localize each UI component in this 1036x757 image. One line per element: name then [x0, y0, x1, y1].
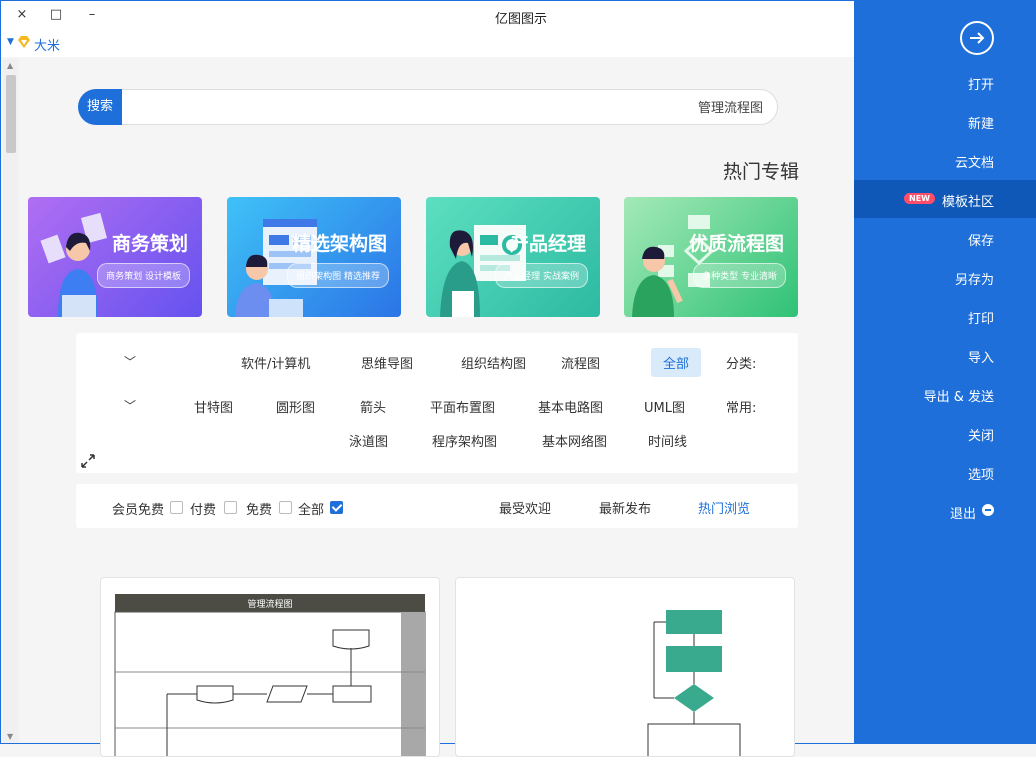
common-chip-gantt[interactable]: 甘特图 [194, 397, 233, 416]
common-chip-swimlane[interactable]: 泳道图 [349, 431, 388, 450]
close-window-button[interactable]: × [11, 5, 33, 25]
banner-title: 产品经理 [509, 233, 586, 255]
checkbox-all[interactable] [330, 501, 343, 514]
chevron-down-icon[interactable]: ﹀ [124, 353, 136, 370]
common-chip-program-arch[interactable]: 程序架构图 [432, 431, 497, 450]
checkbox-member-free[interactable] [170, 501, 183, 514]
banner-architecture[interactable]: 精选架构图 组织架构图 精选推荐 [227, 197, 401, 317]
chevron-down-icon[interactable]: ﹀ [124, 397, 136, 414]
user-bar: ▼ 大米 [1, 31, 854, 57]
person-illustration [235, 219, 317, 317]
sidebar-item-print[interactable]: 打印 [854, 297, 1036, 335]
banner-subtitle: 产品经理 实战案例 [495, 263, 588, 288]
category-chip-software[interactable]: 软件/计算机 [241, 353, 310, 372]
common-chip-network[interactable]: 基本网络图 [542, 431, 607, 450]
user-name[interactable]: 大米 [34, 35, 60, 54]
common-chip-circle[interactable]: 圆形图 [276, 397, 315, 416]
common-chip-arrow[interactable]: 箭头 [360, 397, 386, 416]
search-input[interactable] [463, 99, 763, 114]
banner-flowchart[interactable]: 优质流程图 多种类型 专业清晰 [624, 197, 798, 317]
sort-tab-popular[interactable]: 最受欢迎 [499, 498, 551, 517]
sort-tab-hot[interactable]: 热门浏览 [698, 498, 750, 517]
flowchart-thumbnail [647, 610, 741, 756]
common-chip-floor-plan[interactable]: 平面布置图 [430, 397, 495, 416]
banner-subtitle: 商务策划 设计模板 [97, 263, 190, 288]
banner-title: 精选架构图 [291, 233, 387, 255]
common-chip-timeline[interactable]: 时间线 [648, 431, 687, 450]
scroll-up-icon[interactable]: ▲ [7, 61, 13, 70]
new-badge: NEW [904, 193, 935, 204]
banner-business-plan[interactable]: 商务策划 商务策划 设计模板 [28, 197, 202, 317]
banner-title: 商务策划 [111, 233, 188, 255]
category-chip-org-chart[interactable]: 组织结构图 [461, 353, 526, 372]
sidebar-item-template-community[interactable]: NEW 模板社区 [854, 180, 1036, 218]
checkbox-all-label: 全部 [298, 503, 325, 518]
sidebar-item-export-send[interactable]: 导出 & 发送 [854, 375, 1036, 413]
category-chip-mind-map[interactable]: 思维导图 [361, 353, 413, 372]
common-label: 常用: [726, 401, 757, 416]
banner-product-manager[interactable]: 产品经理 产品经理 实战案例 [426, 197, 600, 317]
banner-title: 优质流程图 [688, 233, 784, 255]
category-filter-panel: 分类: 全部 流程图 组织结构图 思维导图 软件/计算机 ﹀ 常用: UML图 … [76, 333, 798, 473]
hot-albums-title: 热门专辑 [723, 161, 800, 183]
app-title: 亿图图示 [494, 12, 547, 27]
checkbox-paid[interactable] [224, 501, 237, 514]
sidebar-item-import[interactable]: 导入 [854, 336, 1036, 374]
exit-icon [982, 504, 994, 516]
sidebar-item-open[interactable]: 打开 [854, 63, 1036, 101]
sidebar-item-exit[interactable]: 退出 [854, 492, 1036, 530]
sidebar-item-cloud-docs[interactable]: 云文档 [854, 141, 1036, 179]
expand-icon[interactable] [80, 453, 96, 469]
back-arrow-icon[interactable] [960, 21, 994, 55]
template-search: 搜索 [78, 89, 778, 125]
sidebar-item-new[interactable]: 新建 [854, 102, 1036, 140]
sort-bar: 热门浏览 最受欢迎 最新发布 全部 免费 付费 会员免费 [76, 484, 798, 528]
common-chip-uml[interactable]: UML图 [644, 397, 685, 416]
category-chip-all[interactable]: 全部 [651, 348, 702, 377]
maximize-window-button[interactable]: □ [45, 5, 67, 25]
sidebar: 打开 新建 云文档 NEW 模板社区 保存 另存为 打印 导入 导出 & 发送 … [854, 1, 1036, 744]
sidebar-item-save[interactable]: 保存 [854, 219, 1036, 257]
checkbox-member-free-label: 会员免费 [112, 503, 165, 518]
template-card[interactable] [455, 577, 795, 757]
sidebar-item-options[interactable]: 选项 [854, 453, 1036, 491]
checkbox-free[interactable] [279, 501, 292, 514]
swimlane-diagram-thumbnail: 管理流程图 [114, 594, 426, 756]
checkbox-free-label: 免费 [246, 503, 273, 518]
scroll-down-icon[interactable]: ▼ [7, 732, 13, 741]
card-title: 管理流程图 [247, 598, 292, 610]
title-bar: × □ – 亿图图示 [1, 1, 854, 31]
sidebar-item-save-as[interactable]: 另存为 [854, 258, 1036, 296]
banner-subtitle: 组织架构图 精选推荐 [287, 263, 389, 288]
vip-badge-icon [18, 36, 30, 48]
sort-tab-newest[interactable]: 最新发布 [599, 498, 651, 517]
user-dropdown-icon[interactable]: ▼ [7, 37, 14, 47]
person-illustration [632, 215, 715, 317]
scroll-thumb[interactable] [6, 75, 16, 153]
person-illustration [440, 225, 526, 317]
banner-subtitle: 多种类型 专业清晰 [693, 263, 786, 288]
checkbox-paid-label: 付费 [190, 503, 217, 518]
category-chip-flowchart[interactable]: 流程图 [561, 353, 600, 372]
template-card[interactable]: 管理流程图 [100, 577, 440, 757]
scrollbar[interactable]: ▲ ▼ [3, 59, 19, 743]
search-button[interactable]: 搜索 [78, 89, 122, 125]
sidebar-item-close[interactable]: 关闭 [854, 414, 1036, 452]
common-chip-circuit[interactable]: 基本电路图 [538, 397, 603, 416]
minimize-window-button[interactable]: – [81, 5, 103, 25]
category-label: 分类: [726, 357, 757, 372]
app-window: × □ – 亿图图示 ▼ 大米 ▲ ▼ 搜索 热门专辑 商务策划 商 [0, 0, 1036, 757]
person-illustration [40, 212, 108, 317]
